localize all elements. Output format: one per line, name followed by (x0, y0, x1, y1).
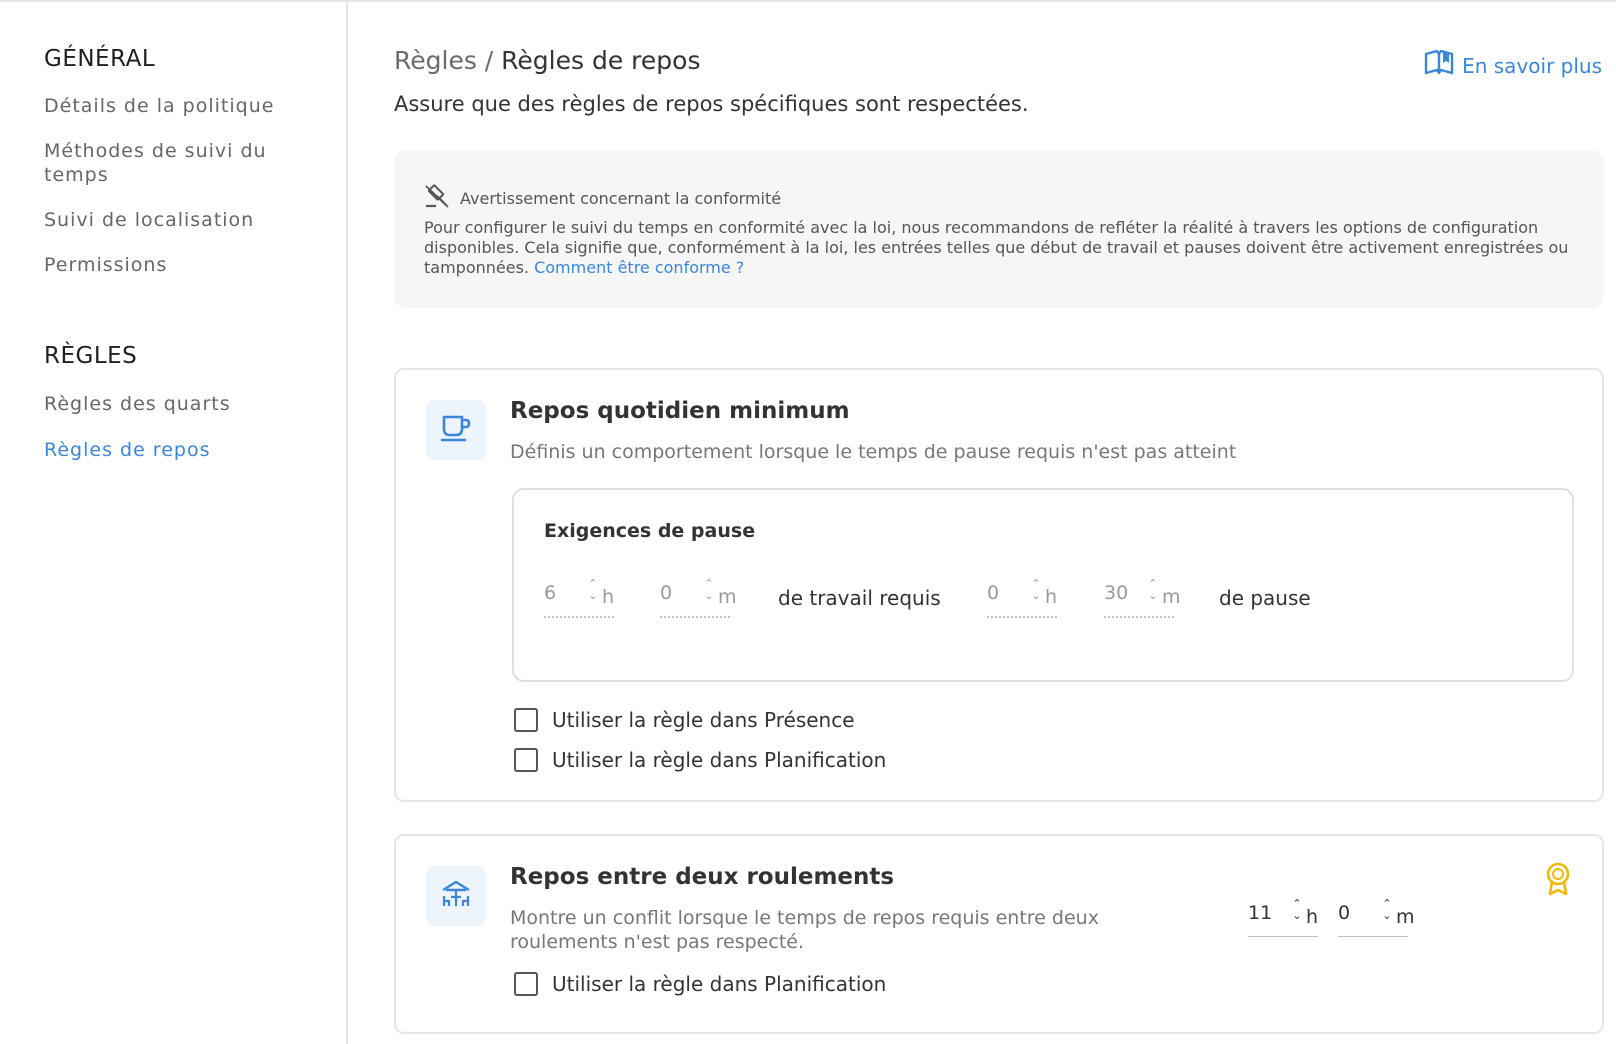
learn-more-link[interactable]: En savoir plus (1424, 49, 1602, 81)
compliance-warning-text: Pour configurer le suivi du temps en con… (424, 218, 1574, 278)
rest-area-icon (439, 877, 473, 915)
shift-rest-use-rule-planning-checkbox[interactable] (514, 972, 538, 996)
shift-rest-hours-unit: h (1306, 906, 1319, 928)
shift-rest-minutes-value: 0 (1338, 902, 1351, 924)
page-subtitle: Assure que des règles de repos spécifiqu… (394, 92, 1029, 116)
break-minutes-stepper[interactable]: ⌃ ⌄ (1144, 578, 1162, 606)
sidebar-item-policy-details[interactable]: Détails de la politique (44, 94, 304, 118)
use-rule-planning-option[interactable]: Utiliser la règle dans Planification (514, 748, 886, 772)
use-rule-planning-label: Utiliser la règle dans Planification (552, 748, 887, 772)
sidebar-item-time-tracking-methods[interactable]: Méthodes de suivi du temps (44, 139, 304, 187)
work-hours-underline (544, 616, 614, 618)
work-hours-unit: h (602, 586, 615, 608)
shift-rest-hours-stepper[interactable]: ⌃ ⌄ (1288, 898, 1306, 926)
break-requirements-title: Exigences de pause (544, 520, 756, 542)
work-hours-stepper[interactable]: ⌃ ⌄ (584, 578, 602, 606)
shift-rest-hours-value: 11 (1248, 902, 1273, 924)
gavel-icon (424, 184, 450, 212)
work-minutes-stepper[interactable]: ⌃ ⌄ (700, 578, 718, 606)
break-hours-unit: h (1045, 586, 1058, 608)
work-minutes-underline (660, 616, 730, 618)
shift-rest-use-rule-planning-label: Utiliser la règle dans Planification (552, 972, 887, 996)
work-hours-value: 6 (544, 582, 557, 604)
shift-rest-use-rule-planning-option[interactable]: Utiliser la règle dans Planification (514, 972, 886, 996)
daily-rest-icon-tile (426, 400, 486, 460)
break-hours-underline (987, 616, 1057, 618)
shift-rest-minutes-stepper[interactable]: ⌃ ⌄ (1378, 898, 1396, 926)
break-label: de pause (1219, 586, 1311, 610)
break-minutes-value: 30 (1104, 582, 1129, 604)
sidebar-section-rules-title: RÈGLES (44, 343, 138, 369)
settings-sidebar: GÉNÉRAL Détails de la politique Méthodes… (0, 0, 348, 1044)
compliance-warning-title: Avertissement concernant la conformité (424, 184, 781, 212)
open-book-icon (1424, 49, 1454, 81)
break-minutes-input[interactable]: 30 ⌃ ⌄ m (1104, 578, 1181, 618)
work-minutes-value: 0 (660, 582, 673, 604)
break-hours-input[interactable]: 0 ⌃ ⌄ h (987, 578, 1057, 618)
compliance-warning: Avertissement concernant la conformité P… (394, 150, 1604, 308)
shift-rest-description: Montre un conflit lorsque le temps de re… (510, 907, 1099, 953)
use-rule-presence-option[interactable]: Utiliser la règle dans Présence (514, 708, 855, 732)
shift-rest-hours-underline (1248, 936, 1318, 937)
daily-rest-description: Définis un comportement lorsque le temps… (510, 441, 1237, 463)
award-badge-icon (1544, 862, 1572, 900)
sidebar-section-general-title: GÉNÉRAL (44, 46, 156, 72)
work-minutes-unit: m (718, 586, 737, 608)
breadcrumb-current: Règles de repos (501, 46, 701, 75)
work-required-label: de travail requis (778, 586, 941, 610)
learn-more-label: En savoir plus (1462, 53, 1602, 78)
sidebar-item-shift-rules[interactable]: Règles des quarts (44, 392, 304, 416)
shift-rest-minutes-unit: m (1396, 906, 1415, 928)
breadcrumb: Règles / Règles de repos (394, 46, 700, 75)
shift-rest-icon-tile (426, 866, 486, 926)
sidebar-item-rest-rules[interactable]: Règles de repos (44, 438, 304, 462)
daily-rest-card: Repos quotidien minimum Définis un compo… (394, 368, 1604, 802)
shift-rest-card: Repos entre deux roulements Montre un co… (394, 834, 1604, 1034)
break-hours-value: 0 (987, 582, 1000, 604)
daily-rest-title: Repos quotidien minimum (510, 398, 850, 424)
break-hours-stepper[interactable]: ⌃ ⌄ (1027, 578, 1045, 606)
use-rule-presence-label: Utiliser la règle dans Présence (552, 708, 855, 732)
shift-rest-minutes-input[interactable]: 0 ⌃ ⌄ m (1338, 898, 1415, 938)
sidebar-item-permissions[interactable]: Permissions (44, 253, 304, 277)
break-requirements-box: Exigences de pause 6 ⌃ ⌄ h 0 ⌃ ⌄ m de trav… (512, 488, 1574, 682)
work-hours-input[interactable]: 6 ⌃ ⌄ h (544, 578, 614, 618)
compliance-warning-title-text: Avertissement concernant la conformité (460, 188, 782, 208)
shift-rest-hours-input[interactable]: 11 ⌃ ⌄ h (1248, 898, 1318, 938)
work-minutes-input[interactable]: 0 ⌃ ⌄ m (660, 578, 737, 618)
sidebar-item-location-tracking[interactable]: Suivi de localisation (44, 208, 304, 232)
shift-rest-minutes-underline (1338, 936, 1408, 937)
coffee-cup-icon (439, 411, 473, 449)
break-minutes-underline (1104, 616, 1174, 618)
use-rule-presence-checkbox[interactable] (514, 708, 538, 732)
break-minutes-unit: m (1162, 586, 1181, 608)
shift-rest-title: Repos entre deux roulements (510, 864, 895, 890)
breadcrumb-parent[interactable]: Règles / (394, 46, 493, 75)
use-rule-planning-checkbox[interactable] (514, 748, 538, 772)
compliance-how-to-link[interactable]: Comment être conforme ? (534, 258, 744, 277)
